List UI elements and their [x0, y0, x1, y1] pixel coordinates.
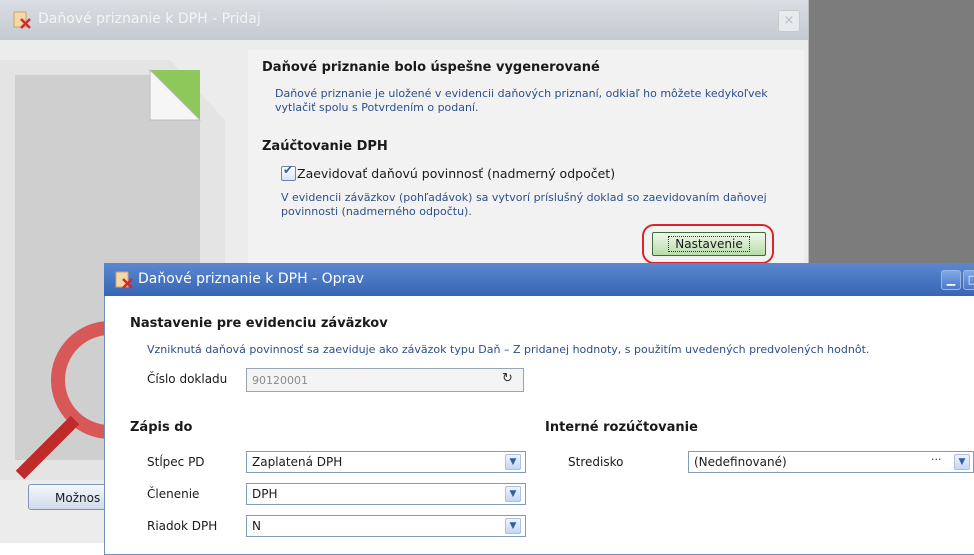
evidence-checkbox-label[interactable]: Zaevidovať daňovú povinnosť (nadmerný od…	[297, 166, 615, 181]
riadok-value: N	[252, 519, 261, 533]
dropdown-arrow-icon[interactable]: ▼	[505, 454, 521, 470]
settings-button[interactable]: Nastavenie	[652, 232, 766, 256]
settings-button-label: Nastavenie	[668, 236, 750, 252]
evidence-description: V evidencii záväzkov (pohľadávok) sa vyt…	[281, 191, 767, 218]
rozuctovanie-heading: Interné rozúčtovanie	[545, 420, 698, 435]
settings-note: Vzniknutá daňová povinnosť sa zaeviduje …	[147, 343, 870, 356]
edit-dialog-title: Daňové priznanie k DPH - Oprav	[138, 271, 365, 287]
stlpec-value: Zaplatená DPH	[252, 455, 343, 469]
dropdown-arrow-icon[interactable]: ▼	[505, 518, 521, 534]
dph-section-title: Zaúčtovanie DPH	[262, 139, 388, 154]
doc-number-value: 90120001	[252, 374, 308, 387]
minimize-button[interactable]: ▁	[941, 270, 961, 290]
stredisko-label: Stredisko	[568, 455, 624, 469]
clenenie-value: DPH	[252, 487, 278, 501]
clenenie-select[interactable]	[246, 483, 526, 505]
maximize-button[interactable]: □	[963, 270, 974, 290]
zapis-heading: Zápis do	[130, 420, 193, 435]
stlpec-label: Stĺpec PD	[147, 455, 205, 469]
app-icon	[13, 11, 31, 29]
ellipsis-icon[interactable]: ···	[931, 453, 942, 466]
dropdown-arrow-icon[interactable]: ▼	[954, 454, 970, 470]
refresh-icon[interactable]: ↻	[502, 371, 518, 387]
minimize-icon: ▁	[946, 273, 956, 286]
dropdown-arrow-icon[interactable]: ▼	[505, 486, 521, 502]
app-icon	[115, 271, 133, 289]
riadok-label: Riadok DPH	[147, 519, 218, 533]
riadok-select[interactable]	[246, 515, 526, 537]
maximize-icon: □	[967, 273, 974, 286]
clenenie-label: Členenie	[147, 487, 200, 501]
close-button[interactable]: ×	[778, 10, 800, 32]
generated-title: Daňové priznanie bolo úspešne vygenerova…	[262, 60, 600, 75]
settings-heading: Nastavenie pre evidenciu záväzkov	[130, 316, 388, 331]
stredisko-value: (Nedefinované)	[694, 455, 787, 469]
edit-dialog	[104, 263, 974, 555]
checkbox-icon: ✔	[282, 163, 294, 177]
background-dialog-title: Daňové priznanie k DPH - Pridaj	[38, 11, 261, 27]
generated-description: Daňové priznanie je uložené v evidencii …	[275, 87, 768, 114]
doc-number-label: Číslo dokladu	[147, 372, 228, 386]
